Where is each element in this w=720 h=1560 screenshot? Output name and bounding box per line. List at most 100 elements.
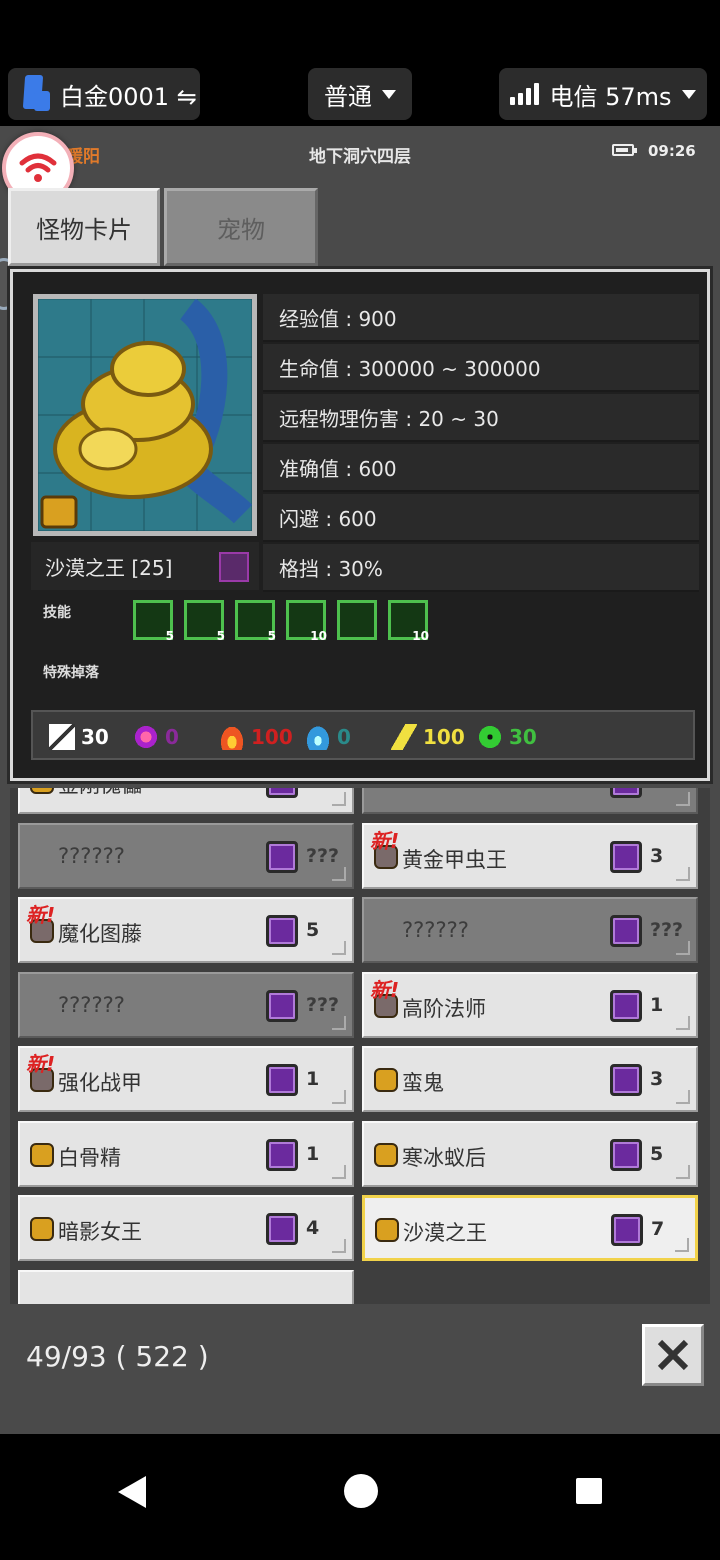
resist-fire: 100 bbox=[219, 724, 293, 750]
stat-text: 闪避 : 600 bbox=[279, 506, 377, 531]
card-count: 5 bbox=[650, 1142, 664, 1165]
resist-lightning: 100 bbox=[391, 724, 465, 750]
skill-level: 5 bbox=[267, 629, 276, 643]
close-button[interactable] bbox=[642, 1324, 704, 1386]
monster-card[interactable]: 金刚傀儡 5 bbox=[18, 788, 354, 814]
system-nav-bar bbox=[0, 1434, 720, 1560]
stat-ranged-damage: 远程物理伤害 : 20 ~ 30 bbox=[263, 394, 699, 442]
network-dropdown[interactable]: 电信 57ms bbox=[499, 68, 707, 120]
monster-card[interactable]: 新! 魔化图藤 5 bbox=[18, 897, 354, 963]
card-book-icon bbox=[266, 840, 298, 873]
card-book-icon bbox=[610, 1138, 642, 1171]
skill-slot-2[interactable]: 5 bbox=[184, 600, 225, 643]
resist-value: 0 bbox=[165, 725, 179, 749]
mode-dropdown[interactable]: 普通 bbox=[308, 68, 412, 120]
corner-decoration bbox=[332, 1164, 346, 1179]
monster-card[interactable]: ????????? bbox=[18, 822, 354, 889]
back-icon[interactable] bbox=[118, 1476, 146, 1508]
card-name: 白骨精 bbox=[58, 1145, 121, 1170]
sand-serpent-image bbox=[38, 299, 252, 531]
stat-evasion: 闪避 : 600 bbox=[263, 494, 699, 542]
fire-icon bbox=[219, 724, 245, 750]
stat-text: 格挡 : 30% bbox=[279, 556, 383, 581]
mode-label: 普通 bbox=[324, 82, 372, 111]
tab-monster-cards[interactable]: 怪物卡片 bbox=[8, 188, 160, 266]
monster-detail-panel: 经验值 : 900 生命值 : 300000 ~ 300000 远程物理伤害 :… bbox=[7, 266, 713, 784]
stat-text: 准确值 : 600 bbox=[279, 456, 397, 481]
account-switch-button[interactable]: 白金0001 ⇋ bbox=[8, 68, 200, 120]
card-book-icon bbox=[610, 840, 642, 873]
skill-slot-1[interactable]: 5 bbox=[133, 600, 174, 643]
monster-card[interactable]: ????????? bbox=[362, 897, 698, 963]
monster-card[interactable]: 沙漠之王 7 bbox=[362, 1195, 698, 1261]
close-icon bbox=[657, 1339, 689, 1371]
corner-decoration bbox=[332, 1090, 346, 1104]
water-drop-icon bbox=[305, 724, 331, 750]
card-name: ?????? bbox=[402, 918, 469, 942]
monster-card-list[interactable]: 金刚傀儡5??????????????????新!黄金甲虫王3新!魔化图藤5??… bbox=[10, 788, 710, 1304]
monster-card[interactable]: 白骨精 1 bbox=[18, 1120, 354, 1187]
skill-level: 10 bbox=[412, 629, 429, 643]
monster-card[interactable]: ????????? bbox=[362, 788, 698, 814]
monster-portrait bbox=[33, 294, 257, 536]
card-book-icon bbox=[266, 915, 298, 947]
monster-name: 沙漠之王 [25] bbox=[45, 555, 173, 580]
stat-text: 远程物理伤害 : 20 ~ 30 bbox=[279, 406, 499, 431]
card-name: ?????? bbox=[402, 788, 469, 793]
card-book-icon bbox=[610, 989, 642, 1022]
special-drops-label: 特殊掉落 bbox=[43, 665, 99, 681]
corner-decoration bbox=[676, 941, 690, 955]
new-badge: 新! bbox=[370, 828, 400, 853]
phone-icon bbox=[22, 75, 50, 113]
overlay-top-bar: 白金0001 ⇋ 普通 电信 57ms bbox=[0, 0, 720, 126]
card-count: ??? bbox=[650, 919, 684, 941]
skill-level: 5 bbox=[165, 629, 174, 643]
monster-card[interactable]: ????????? bbox=[18, 971, 354, 1038]
card-count: 3 bbox=[650, 844, 664, 867]
card-name: 沙漠之王 bbox=[403, 1221, 487, 1245]
monster-face-icon bbox=[374, 1068, 398, 1092]
monster-card[interactable]: 新! 强化战甲 1 bbox=[18, 1046, 354, 1112]
skill-level: 10 bbox=[310, 629, 327, 643]
chevron-down-icon bbox=[382, 89, 396, 99]
card-name: 暗影女王 bbox=[58, 1220, 142, 1244]
game-clock: 09:26 bbox=[648, 142, 696, 160]
skill-slot-5[interactable] bbox=[337, 600, 377, 640]
monster-card[interactable]: 寒冰蚁后 5 bbox=[362, 1120, 698, 1187]
skill-slot-4[interactable]: 10 bbox=[286, 600, 327, 643]
recent-apps-icon[interactable] bbox=[576, 1478, 602, 1504]
monster-card[interactable]: 暗影女王 4 bbox=[18, 1195, 354, 1261]
corner-decoration bbox=[675, 1238, 689, 1252]
corner-decoration bbox=[676, 1164, 690, 1179]
card-book-icon bbox=[610, 1064, 642, 1096]
monster-card-partial[interactable] bbox=[18, 1269, 354, 1304]
stat-hp: 生命值 : 300000 ~ 300000 bbox=[263, 344, 699, 392]
monster-card[interactable]: 新! 高阶法师 1 bbox=[362, 971, 698, 1038]
card-count: 1 bbox=[650, 993, 664, 1016]
home-icon[interactable] bbox=[344, 1474, 378, 1508]
resist-value: 0 bbox=[337, 725, 351, 749]
card-book-icon bbox=[610, 788, 642, 798]
card-count: ??? bbox=[306, 844, 340, 867]
corner-decoration bbox=[676, 792, 690, 806]
monster-card[interactable]: 新! 黄金甲虫王 3 bbox=[362, 822, 698, 889]
monster-card[interactable]: 蛮鬼 3 bbox=[362, 1046, 698, 1112]
skill-slot-6[interactable]: 10 bbox=[388, 600, 429, 643]
new-badge: 新! bbox=[370, 977, 400, 1002]
corner-decoration bbox=[676, 1015, 690, 1030]
tab-pets[interactable]: 宠物 bbox=[164, 188, 318, 266]
corner-decoration bbox=[332, 1015, 346, 1030]
card-count: 5 bbox=[306, 919, 320, 941]
monster-face-icon bbox=[374, 1142, 398, 1167]
monster-face-icon bbox=[30, 1217, 54, 1241]
game-screen: 暖阳 地下洞穴四层 09:26 怪物卡片 宠物 经验值: 900 生命值: … bbox=[0, 126, 720, 1434]
stat-text: 经验值 : 900 bbox=[279, 306, 397, 331]
card-count: 3 bbox=[650, 1068, 664, 1090]
magic-burst-icon bbox=[133, 724, 159, 750]
skill-slot-3[interactable]: 5 bbox=[235, 600, 276, 643]
monster-name-row: 沙漠之王 [25] bbox=[31, 542, 259, 590]
monster-face-icon bbox=[30, 1142, 54, 1167]
resist-value: 100 bbox=[423, 725, 465, 749]
card-name: ?????? bbox=[58, 992, 125, 1017]
account-label: 白金0001 ⇋ bbox=[60, 82, 197, 111]
